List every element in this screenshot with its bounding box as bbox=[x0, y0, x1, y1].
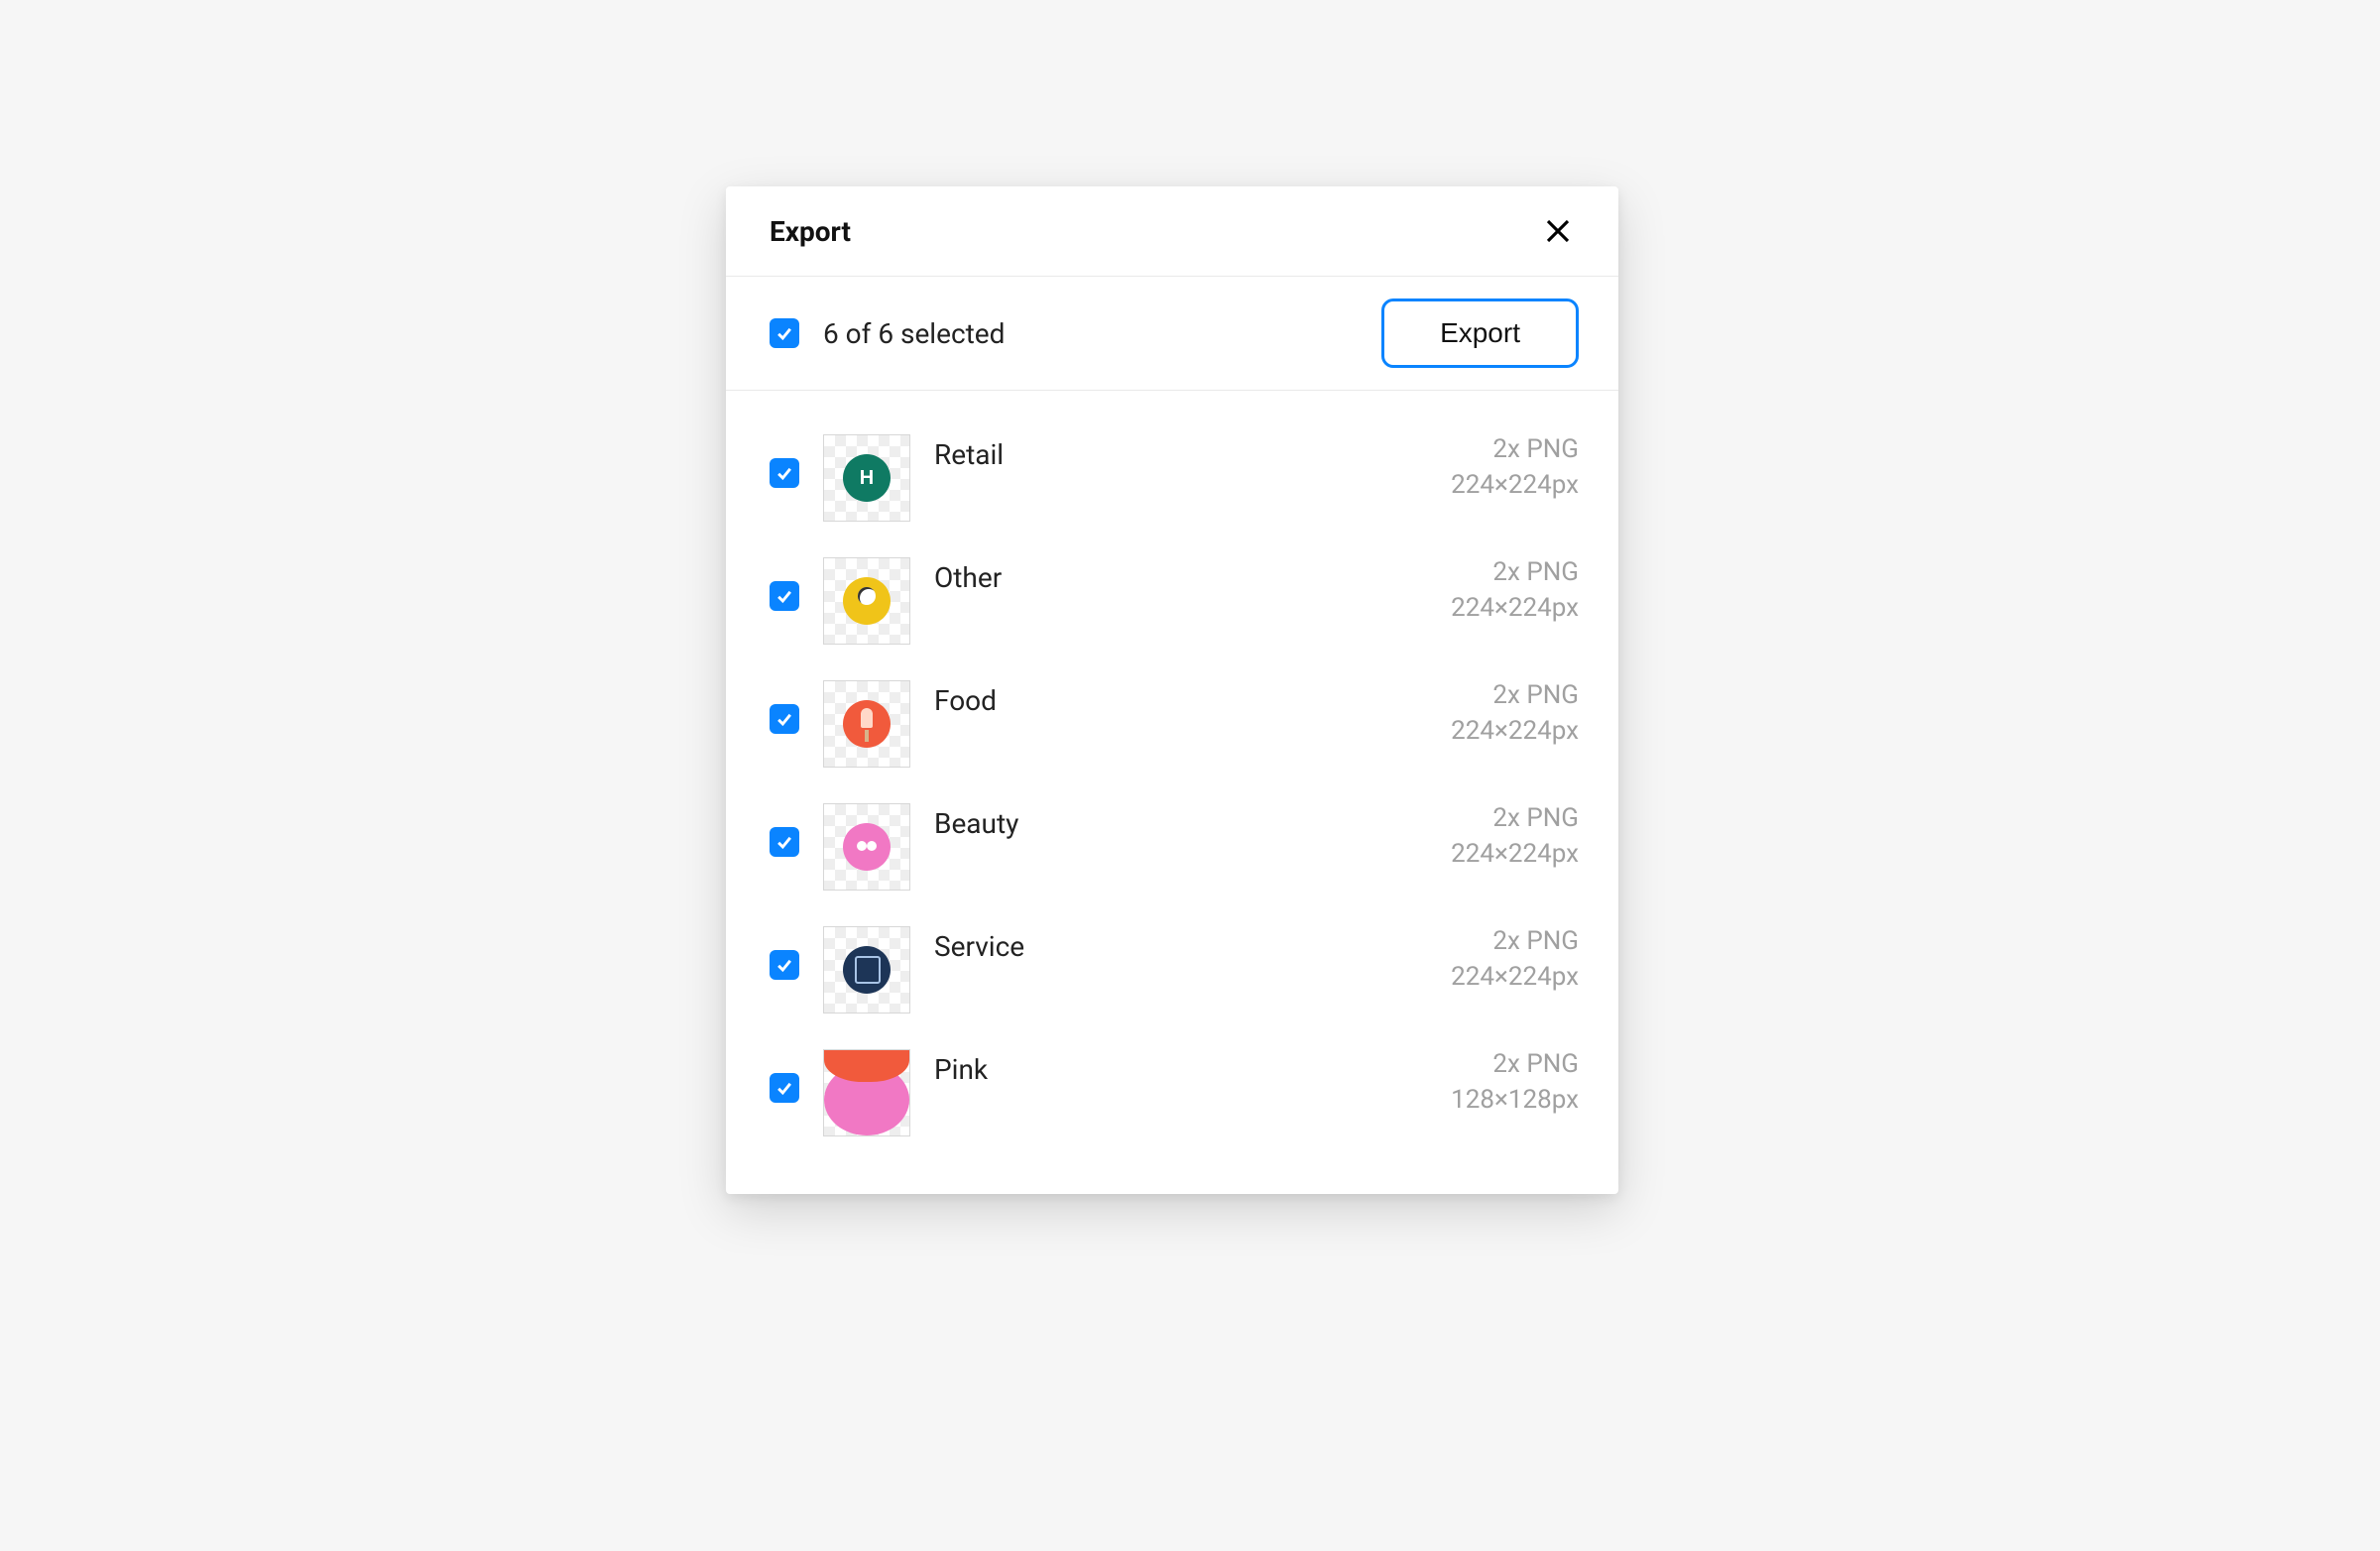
item-meta: 2x PNG 224×224px bbox=[1451, 557, 1579, 623]
beauty-icon bbox=[843, 823, 891, 871]
check-icon bbox=[774, 463, 794, 483]
retail-icon: H bbox=[843, 454, 891, 502]
check-icon bbox=[774, 955, 794, 975]
close-button[interactable] bbox=[1537, 210, 1579, 252]
item-meta: 2x PNG 128×128px bbox=[1451, 1049, 1579, 1115]
export-dialog: Export 6 of 6 selected Export H Retail 2… bbox=[726, 186, 1618, 1194]
item-checkbox[interactable] bbox=[770, 581, 799, 611]
item-checkbox[interactable] bbox=[770, 1073, 799, 1103]
export-item-food: Food 2x PNG 224×224px bbox=[770, 662, 1579, 785]
dialog-header: Export bbox=[726, 186, 1618, 277]
item-meta: 2x PNG 224×224px bbox=[1451, 680, 1579, 746]
item-format: 2x PNG bbox=[1451, 557, 1579, 587]
toolbar-left: 6 of 6 selected bbox=[770, 317, 1005, 350]
check-icon bbox=[774, 1078, 794, 1098]
check-icon bbox=[774, 586, 794, 606]
dialog-title: Export bbox=[770, 215, 851, 248]
item-checkbox[interactable] bbox=[770, 704, 799, 734]
close-icon bbox=[1543, 216, 1573, 246]
item-thumbnail bbox=[823, 557, 910, 645]
item-size: 224×224px bbox=[1451, 716, 1579, 746]
check-icon bbox=[774, 832, 794, 852]
select-all-checkbox[interactable] bbox=[770, 318, 799, 348]
item-name: Service bbox=[934, 926, 1427, 963]
item-meta: 2x PNG 224×224px bbox=[1451, 434, 1579, 500]
export-item-beauty: Beauty 2x PNG 224×224px bbox=[770, 785, 1579, 908]
export-item-pink: Pink 2x PNG 128×128px bbox=[770, 1031, 1579, 1154]
export-items-list: H Retail 2x PNG 224×224px Other 2x PNG 2… bbox=[726, 391, 1618, 1194]
item-size: 224×224px bbox=[1451, 593, 1579, 623]
export-item-service: Service 2x PNG 224×224px bbox=[770, 908, 1579, 1031]
check-icon bbox=[774, 709, 794, 729]
selected-count: 6 of 6 selected bbox=[823, 317, 1005, 350]
other-icon bbox=[843, 577, 891, 625]
item-name: Beauty bbox=[934, 803, 1427, 840]
item-size: 128×128px bbox=[1451, 1085, 1579, 1115]
export-item-retail: H Retail 2x PNG 224×224px bbox=[770, 417, 1579, 539]
item-name: Pink bbox=[934, 1049, 1427, 1086]
item-format: 2x PNG bbox=[1451, 926, 1579, 956]
export-item-other: Other 2x PNG 224×224px bbox=[770, 539, 1579, 662]
item-thumbnail bbox=[823, 680, 910, 768]
item-format: 2x PNG bbox=[1451, 434, 1579, 464]
service-icon bbox=[843, 946, 891, 994]
item-thumbnail bbox=[823, 926, 910, 1014]
item-thumbnail bbox=[823, 803, 910, 891]
check-icon bbox=[774, 323, 794, 343]
item-name: Food bbox=[934, 680, 1427, 717]
toolbar: 6 of 6 selected Export bbox=[726, 277, 1618, 391]
item-size: 224×224px bbox=[1451, 839, 1579, 869]
export-button[interactable]: Export bbox=[1381, 298, 1579, 368]
food-icon bbox=[843, 700, 891, 748]
item-format: 2x PNG bbox=[1451, 680, 1579, 710]
item-format: 2x PNG bbox=[1451, 803, 1579, 833]
item-checkbox[interactable] bbox=[770, 827, 799, 857]
item-meta: 2x PNG 224×224px bbox=[1451, 803, 1579, 869]
item-name: Retail bbox=[934, 434, 1427, 471]
item-size: 224×224px bbox=[1451, 962, 1579, 992]
item-thumbnail: H bbox=[823, 434, 910, 522]
item-name: Other bbox=[934, 557, 1427, 594]
item-meta: 2x PNG 224×224px bbox=[1451, 926, 1579, 992]
item-checkbox[interactable] bbox=[770, 458, 799, 488]
item-thumbnail bbox=[823, 1049, 910, 1136]
item-checkbox[interactable] bbox=[770, 950, 799, 980]
item-size: 224×224px bbox=[1451, 470, 1579, 500]
item-format: 2x PNG bbox=[1451, 1049, 1579, 1079]
pink-icon bbox=[824, 1050, 909, 1135]
